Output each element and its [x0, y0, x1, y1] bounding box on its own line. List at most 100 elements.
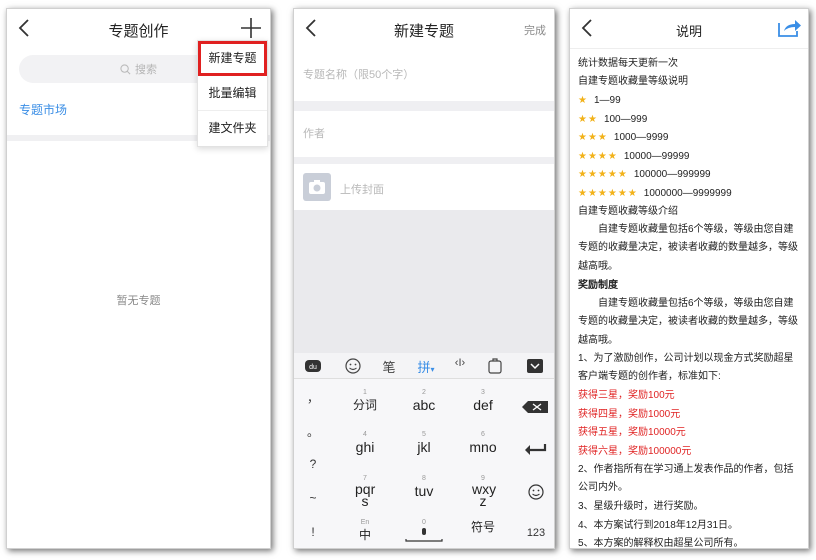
intro-paragraph: 自建专题收藏量包括6个等级，等级由您自建专题的收藏量决定，被读者收藏的数量越多，… [578, 224, 798, 272]
key-label: abc [412, 397, 436, 413]
key-number: 0 [422, 519, 426, 526]
key-123[interactable]: 123 [516, 527, 554, 539]
t9-keyboard: ， 。 ? ~ ! 1 分词 2 abc 3 def 4 ghi 5 jkl 6 mno 7… [294, 379, 554, 548]
key-number: 1 [363, 389, 367, 396]
key-1-fenci[interactable]: 1 分词 [337, 389, 393, 423]
menu-item-batch-edit[interactable]: 批量编辑 [198, 76, 267, 111]
plus-icon[interactable] [238, 15, 264, 41]
empty-state-text: 暂无专题 [116, 295, 161, 307]
topic-name-field[interactable]: 专题名称（限50个字） [294, 49, 554, 101]
top-bar: 新建专题 完成 [294, 9, 554, 49]
key-period[interactable]: 。 [294, 423, 332, 440]
key-5-jkl[interactable]: 5 jkl [396, 431, 452, 465]
author-placeholder: 作者 [303, 128, 325, 140]
enter-icon[interactable] [516, 441, 555, 457]
key-comma[interactable]: ， [294, 389, 332, 406]
page-title: 专题创作 [108, 23, 169, 40]
camera-icon[interactable] [303, 173, 331, 201]
separator [294, 101, 554, 111]
reward-paragraph: 自建专题收藏量包括6个等级，等级由您自建专题的收藏量决定，被读者收藏的数量越多，… [578, 298, 798, 346]
key-2-abc[interactable]: 2 abc [396, 389, 452, 423]
star-icon: ★★ [578, 113, 598, 125]
topic-market-link[interactable]: 专题市场 [19, 101, 67, 118]
rule-3: 3、星级升级时，进行奖励。 [578, 501, 704, 512]
topic-name-placeholder: 专题名称（限50个字） [303, 69, 415, 81]
level-range: 1000—9999 [613, 132, 669, 143]
key-number: 8 [422, 475, 426, 482]
star-icon: ★★★★ [578, 150, 618, 162]
key-label: 分词 [352, 398, 377, 412]
rule-5: 5、本方案的解释权由超星公司所有。 [578, 538, 744, 549]
done-button[interactable]: 完成 [524, 22, 546, 38]
key-symbols[interactable]: 符号 [455, 519, 511, 548]
key-8-tuv[interactable]: 8 tuv [396, 475, 452, 509]
star-icon: ★★★★★ [578, 169, 628, 180]
search-placeholder: 搜索 [135, 64, 157, 76]
reward-item: 获得六星，奖励100000元 [578, 445, 692, 457]
key-label: def [473, 397, 493, 413]
upload-cover-label: 上传封面 [340, 184, 384, 196]
level-row: ★★ 100—999 [578, 111, 802, 129]
menu-item-new-folder[interactable]: 建文件夹 [198, 111, 267, 146]
level-range: 1000000—9999999 [643, 187, 732, 199]
key-number: En [360, 519, 370, 526]
key-number: 3 [481, 389, 485, 396]
key-number: 2 [422, 389, 426, 396]
emoji-face-icon[interactable] [516, 483, 555, 501]
top-bar: 说明 [570, 9, 808, 49]
topic-creation-screen: 专题创作 搜索 专题市场 暂无专题 新建专题 批量编辑 建文件夹 [6, 8, 271, 549]
key-label: 符号 [470, 520, 495, 534]
level-range: 100000—999999 [633, 169, 711, 180]
rule-2: 2、作者指所有在学习通上发表作品的作者，包括公司内外。 [578, 464, 794, 494]
key-exclaim[interactable]: ! [294, 525, 332, 539]
level-row: ★★★★ 10000—99999 [578, 148, 802, 166]
new-topic-screen: 新建专题 完成 专题名称（限50个字） 作者 上传封面 du 笔 拼▾ ‹I› … [293, 8, 555, 549]
menu-item-new-topic[interactable]: 新建专题 [198, 41, 267, 76]
share-icon[interactable] [776, 15, 802, 39]
key-9-wxyz[interactable]: 9 wxy z [455, 475, 511, 509]
key-tilde[interactable]: ~ [294, 491, 332, 505]
key-0-space[interactable]: 0 [396, 519, 452, 548]
key-3-def[interactable]: 3 def [455, 389, 511, 423]
level-row: ★★★★★ 100000—999999 [578, 166, 802, 184]
rule-4: 4、本方案试行到2018年12月31日。 [578, 519, 739, 531]
update-note: 统计数据每天更新一次 [578, 58, 678, 69]
key-label: wxy z [472, 481, 497, 509]
key-label: jkl [417, 439, 431, 455]
key-language-switch[interactable]: En 中 [337, 519, 393, 548]
pinyin-key[interactable]: 拼▾ [414, 357, 438, 375]
emoji-icon[interactable] [344, 357, 362, 375]
backspace-icon[interactable] [516, 399, 555, 415]
create-menu-dropdown: 新建专题 批量编辑 建文件夹 [197, 40, 268, 147]
author-field[interactable]: 作者 [294, 111, 554, 157]
key-question[interactable]: ? [294, 457, 332, 471]
cursor-key[interactable]: ‹I› [449, 357, 471, 375]
key-number: 6 [481, 431, 485, 438]
key-4-ghi[interactable]: 4 ghi [337, 431, 393, 465]
level-range: 10000—99999 [623, 150, 690, 162]
ime-logo-icon[interactable]: du [304, 357, 322, 375]
level-row: ★★★ 1000—9999 [578, 129, 802, 147]
level-range: 1—99 [593, 95, 621, 106]
key-6-mno[interactable]: 6 mno [455, 431, 511, 465]
key-label: mno [469, 439, 497, 455]
clipboard-icon[interactable] [486, 357, 504, 375]
intro-heading: 自建专题收藏等级介绍 [578, 206, 678, 217]
key-label: ghi [355, 439, 375, 455]
levels-heading: 自建专题收藏量等级说明 [578, 76, 688, 87]
handwriting-key[interactable]: 笔 [379, 357, 399, 375]
level-row: ★★★★★★ 1000000—9999999 [578, 185, 802, 203]
separator [294, 157, 554, 164]
star-icon: ★★★★★★ [578, 187, 638, 199]
empty-area [294, 210, 554, 353]
hide-keyboard-icon[interactable] [526, 357, 544, 375]
instructions-screen: 说明 统计数据每天更新一次 自建专题收藏量等级说明 ★ 1—99 ★★ 100—99… [569, 8, 809, 549]
level-range: 100—999 [603, 113, 648, 125]
star-icon: ★ [578, 95, 588, 106]
pinyin-label: 拼 [417, 360, 431, 375]
key-7-pqrs[interactable]: 7 pqr s [337, 475, 393, 509]
key-label: tuv [414, 483, 434, 499]
reward-item: 获得四星，奖励1000元 [578, 408, 681, 420]
upload-cover-row[interactable]: 上传封面 [294, 164, 554, 210]
key-number: 5 [422, 431, 426, 438]
